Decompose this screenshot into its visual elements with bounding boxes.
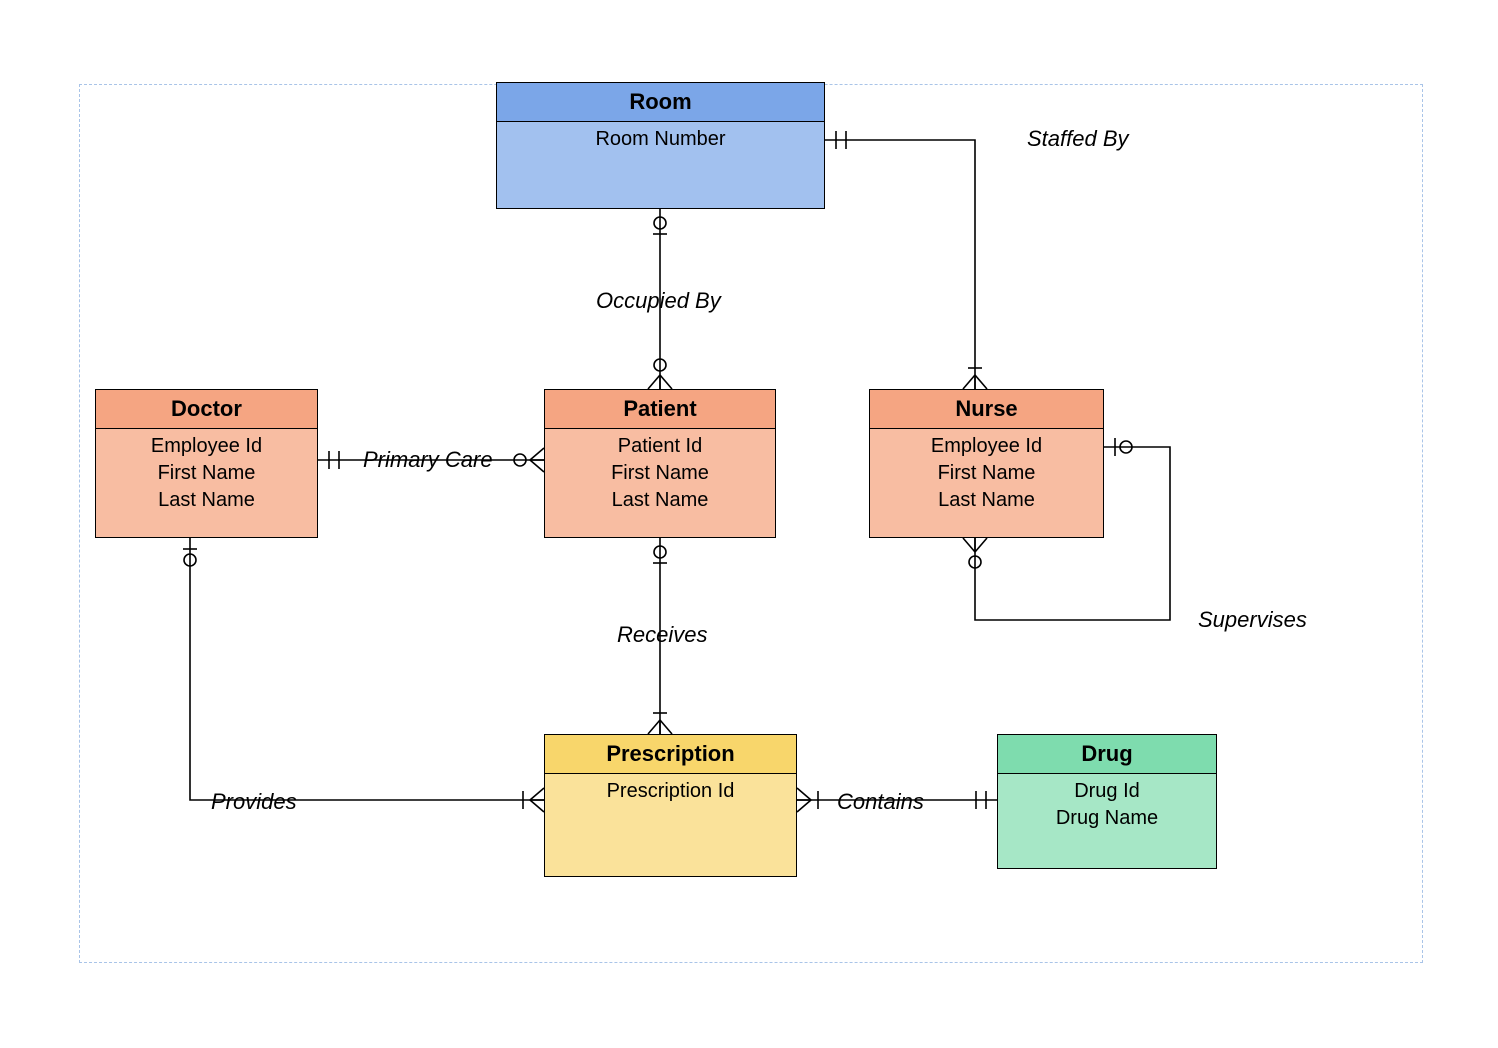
- entity-room[interactable]: Room Room Number: [496, 82, 825, 209]
- entity-doctor-body: Employee Id First Name Last Name: [96, 429, 317, 537]
- entity-attr: Last Name: [104, 487, 309, 514]
- entity-drug-header: Drug: [998, 735, 1216, 774]
- rel-occupied-by: Occupied By: [596, 288, 721, 314]
- entity-attr: First Name: [553, 460, 767, 487]
- entity-attr: Employee Id: [104, 433, 309, 460]
- rel-primary-care: Primary Care: [363, 447, 493, 473]
- entity-patient-body: Patient Id First Name Last Name: [545, 429, 775, 537]
- entity-attr: Last Name: [553, 487, 767, 514]
- entity-nurse-header: Nurse: [870, 390, 1103, 429]
- entity-attr: First Name: [104, 460, 309, 487]
- entity-patient-header: Patient: [545, 390, 775, 429]
- entity-doctor-header: Doctor: [96, 390, 317, 429]
- rel-provides: Provides: [211, 789, 297, 815]
- entity-attr: Drug Name: [1006, 805, 1208, 832]
- entity-drug-body: Drug Id Drug Name: [998, 774, 1216, 868]
- entity-room-header: Room: [497, 83, 824, 122]
- rel-receives: Receives: [617, 622, 707, 648]
- entity-attr: First Name: [878, 460, 1095, 487]
- entity-attr: Last Name: [878, 487, 1095, 514]
- entity-attr: Room Number: [505, 126, 816, 153]
- entity-attr: Drug Id: [1006, 778, 1208, 805]
- entity-nurse-body: Employee Id First Name Last Name: [870, 429, 1103, 537]
- entity-prescription[interactable]: Prescription Prescription Id: [544, 734, 797, 877]
- entity-attr: Employee Id: [878, 433, 1095, 460]
- rel-supervises: Supervises: [1198, 607, 1307, 633]
- entity-drug[interactable]: Drug Drug Id Drug Name: [997, 734, 1217, 869]
- entity-attr: Patient Id: [553, 433, 767, 460]
- entity-attr: Prescription Id: [553, 778, 788, 805]
- entity-doctor[interactable]: Doctor Employee Id First Name Last Name: [95, 389, 318, 538]
- rel-contains: Contains: [837, 789, 924, 815]
- entity-room-body: Room Number: [497, 122, 824, 208]
- entity-patient[interactable]: Patient Patient Id First Name Last Name: [544, 389, 776, 538]
- entity-nurse[interactable]: Nurse Employee Id First Name Last Name: [869, 389, 1104, 538]
- entity-prescription-header: Prescription: [545, 735, 796, 774]
- rel-staffed-by: Staffed By: [1027, 126, 1129, 152]
- entity-prescription-body: Prescription Id: [545, 774, 796, 876]
